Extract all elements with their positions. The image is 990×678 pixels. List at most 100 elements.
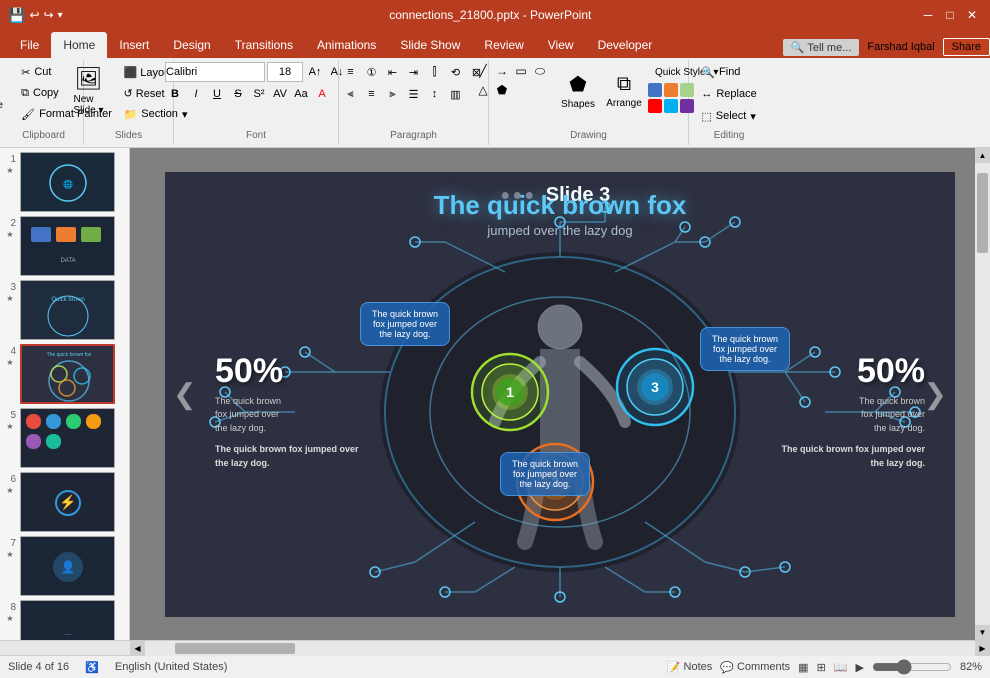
slide-img-7[interactable]: 👤 (20, 536, 115, 596)
normal-view-button[interactable]: ▦ (798, 661, 808, 674)
tab-home[interactable]: Home (51, 32, 107, 58)
slide-img-4[interactable]: The quick brown fox (20, 344, 115, 404)
underline-button[interactable]: U (207, 84, 227, 104)
slide-thumb-1[interactable]: 1 ★ 🌐 (4, 152, 125, 212)
style-swatch-4[interactable] (648, 99, 662, 113)
slide-sorter-button[interactable]: ⊞ (817, 661, 826, 674)
tab-animations[interactable]: Animations (305, 32, 388, 58)
slide-prev-arrow[interactable]: ❮ (165, 378, 204, 411)
notes-button[interactable]: 📝 Notes (667, 661, 712, 674)
vertical-scrollbar[interactable]: ▲ ▼ (975, 148, 990, 640)
columns-button[interactable]: ▥ (446, 84, 466, 104)
horizontal-scrollbar[interactable]: ◀ ▶ (0, 640, 990, 655)
tab-transitions[interactable]: Transitions (223, 32, 305, 58)
new-slide-button[interactable]: 🖼 NewSlide ▾ (63, 62, 115, 120)
info-box-2[interactable]: The quick brown fox jumped over the lazy… (500, 452, 590, 496)
zoom-slider[interactable] (872, 660, 952, 674)
style-swatch-2[interactable] (664, 83, 678, 97)
shape-triangle[interactable]: △ (474, 81, 492, 99)
undo-icon[interactable]: ↩ (29, 8, 39, 22)
slide-img-2[interactable]: DATA (20, 216, 115, 276)
shape-rect[interactable]: ▭ (512, 62, 530, 80)
slide-thumb-2[interactable]: 2 ★ DATA (4, 216, 125, 276)
slide-thumb-6[interactable]: 6 ★ ⚡ (4, 472, 125, 532)
share-button[interactable]: Share (943, 38, 990, 56)
accessibility-icon[interactable]: ♿ (85, 661, 99, 674)
font-name-input[interactable] (165, 62, 265, 82)
tab-file[interactable]: File (8, 32, 51, 58)
slide-img-5[interactable] (20, 408, 115, 468)
slide-show-button[interactable]: ▶ (856, 661, 864, 674)
info-box-3[interactable]: The quick brown fox jumped over the lazy… (700, 327, 790, 371)
slide-img-1[interactable]: 🌐 (20, 152, 115, 212)
redo-icon[interactable]: ↪ (44, 8, 54, 22)
style-swatch-1[interactable] (648, 83, 662, 97)
align-left-button[interactable]: ⫷ (341, 84, 361, 104)
pct-left-desc: The quick brown fox jumped over the lazy… (215, 395, 359, 436)
text-direction-button[interactable]: ⟲ (446, 62, 466, 82)
tell-me-input[interactable]: 🔍 Tell me... (783, 39, 860, 56)
find-button[interactable]: 🔍 Find (694, 62, 763, 82)
italic-button[interactable]: I (186, 84, 206, 104)
maximize-button[interactable]: □ (940, 5, 960, 25)
tab-insert[interactable]: Insert (107, 32, 161, 58)
scroll-thumb[interactable] (977, 173, 988, 253)
shape-line[interactable]: ╱ (474, 62, 492, 80)
select-button[interactable]: ⬚ Select ▾ (694, 106, 763, 126)
slide-thumb-4[interactable]: 4 ★ The quick brown fox (4, 344, 125, 404)
style-swatch-5[interactable] (664, 99, 678, 113)
arrange-icon: ⧉ (617, 73, 631, 96)
svg-text:👤: 👤 (61, 560, 76, 574)
tab-design[interactable]: Design (161, 32, 222, 58)
close-button[interactable]: ✕ (962, 5, 982, 25)
user-name[interactable]: Farshad Iqbal (867, 41, 934, 53)
slide-thumb-7[interactable]: 7 ★ 👤 (4, 536, 125, 596)
tab-view[interactable]: View (536, 32, 586, 58)
align-right-button[interactable]: ⫸ (383, 84, 403, 104)
change-case-button[interactable]: Aa (291, 84, 311, 104)
justify-button[interactable]: ☰ (404, 84, 424, 104)
bold-button[interactable]: B (165, 84, 185, 104)
font-size-input[interactable] (267, 62, 303, 82)
comments-button[interactable]: 💬 Comments (720, 661, 790, 674)
shape-arrow[interactable]: → (493, 62, 511, 80)
tab-developer[interactable]: Developer (586, 32, 665, 58)
slide-thumb-5[interactable]: 5 ★ (4, 408, 125, 468)
text-columns-button[interactable]: ⫿ (425, 62, 445, 82)
slide-thumb-8[interactable]: 8 ★ ... (4, 600, 125, 640)
scroll-right-arrow[interactable]: ▶ (975, 641, 990, 656)
increase-indent-button[interactable]: ⇥ (404, 62, 424, 82)
font-color-button[interactable]: A (312, 84, 332, 104)
slide-img-3[interactable]: Quick brown (20, 280, 115, 340)
slide-img-6[interactable]: ⚡ (20, 472, 115, 532)
line-spacing-button[interactable]: ↕ (425, 84, 445, 104)
scroll-up-arrow[interactable]: ▲ (975, 148, 990, 163)
scroll-left-arrow[interactable]: ◀ (130, 641, 145, 656)
minimize-button[interactable]: ─ (918, 5, 938, 25)
arrange-button[interactable]: ⧉ Arrange (602, 62, 646, 120)
shapes-button[interactable]: ⬟ Shapes (556, 62, 600, 120)
scroll-down-arrow[interactable]: ▼ (975, 625, 990, 640)
strikethrough-button[interactable]: S (228, 84, 248, 104)
slide-next-arrow[interactable]: ❯ (916, 378, 955, 411)
reading-view-button[interactable]: 📖 (834, 661, 848, 674)
tab-slideshow[interactable]: Slide Show (388, 32, 472, 58)
slides-panel[interactable]: 1 ★ 🌐 2 ★ DATA (0, 148, 130, 640)
paste-button[interactable]: 📋 Paste (0, 62, 12, 120)
shadow-button[interactable]: S² (249, 84, 269, 104)
slide-thumb-3[interactable]: 3 ★ Quick brown (4, 280, 125, 340)
align-center-button[interactable]: ≡ (362, 84, 382, 104)
increase-font-button[interactable]: A↑ (305, 62, 325, 82)
tab-review[interactable]: Review (472, 32, 535, 58)
info-box-1[interactable]: The quick brown fox jumped over the lazy… (360, 302, 450, 346)
hscroll-thumb[interactable] (175, 643, 295, 654)
numbering-button[interactable]: ① (362, 62, 382, 82)
replace-button[interactable]: ↔ Replace (694, 84, 763, 104)
char-spacing-button[interactable]: AV (270, 84, 290, 104)
save-icon[interactable]: 💾 (8, 7, 25, 24)
decrease-indent-button[interactable]: ⇤ (383, 62, 403, 82)
slide-img-8[interactable]: ... (20, 600, 115, 640)
bullets-button[interactable]: ≡ (341, 62, 361, 82)
shape-oval[interactable]: ⬭ (531, 62, 549, 80)
shape-more[interactable]: ⬟ (493, 81, 511, 99)
